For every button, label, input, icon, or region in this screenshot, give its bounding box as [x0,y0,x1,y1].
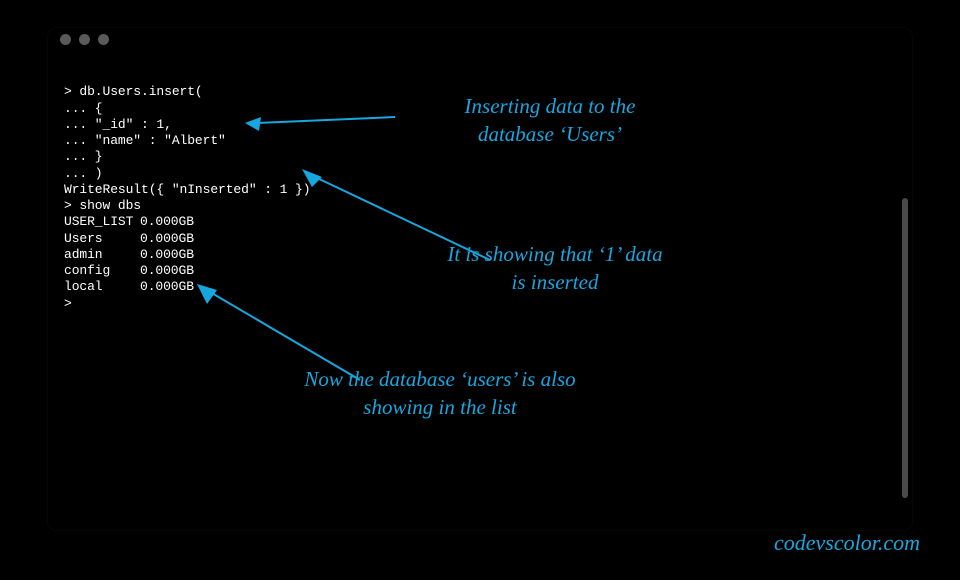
terminal-line: ... "_id" : 1, [64,117,172,132]
close-icon[interactable] [60,34,71,45]
terminal-line: ... } [64,149,103,164]
db-size: 0.000GB [140,231,194,246]
terminal-line: ... ) [64,166,103,181]
annotation-text: It is showing that ‘1’ data [447,242,662,266]
watermark: codevscolor.com [774,530,920,556]
annotation-text: Now the database ‘users’ is also [304,367,575,391]
terminal-prompt: > [64,296,72,311]
db-row: Users0.000GB [64,231,310,247]
maximize-icon[interactable] [98,34,109,45]
minimize-icon[interactable] [79,34,90,45]
terminal-line: > db.Users.insert( [64,84,203,99]
db-size: 0.000GB [140,263,194,278]
db-name: Users [64,231,140,247]
db-size: 0.000GB [140,214,194,229]
db-size: 0.000GB [140,279,194,294]
annotation-text: Inserting data to the [465,94,636,118]
annotation-dblist: Now the database ‘users’ is also showing… [230,365,650,422]
terminal-line: WriteResult({ "nInserted" : 1 }) [64,182,310,197]
db-name: USER_LIST [64,214,140,230]
terminal-line: ... { [64,101,103,116]
db-row: local0.000GB [64,279,310,295]
terminal-output[interactable]: > db.Users.insert( ... { ... "_id" : 1, … [64,68,310,328]
db-size: 0.000GB [140,247,194,262]
terminal-line: > show dbs [64,198,141,213]
db-name: config [64,263,140,279]
annotation-insert: Inserting data to the database ‘Users’ [390,92,710,149]
terminal-line: ... "name" : "Albert" [64,133,226,148]
annotation-text: database ‘Users’ [478,122,622,146]
db-row: config0.000GB [64,263,310,279]
annotation-text: showing in the list [363,395,516,419]
db-name: admin [64,247,140,263]
scrollbar-thumb[interactable] [902,198,908,498]
annotation-writeresult: It is showing that ‘1’ data is inserted [395,240,715,297]
annotation-text: is inserted [512,270,599,294]
window-titlebar [48,28,912,50]
db-row: USER_LIST0.000GB [64,214,310,230]
db-row: admin0.000GB [64,247,310,263]
db-name: local [64,279,140,295]
